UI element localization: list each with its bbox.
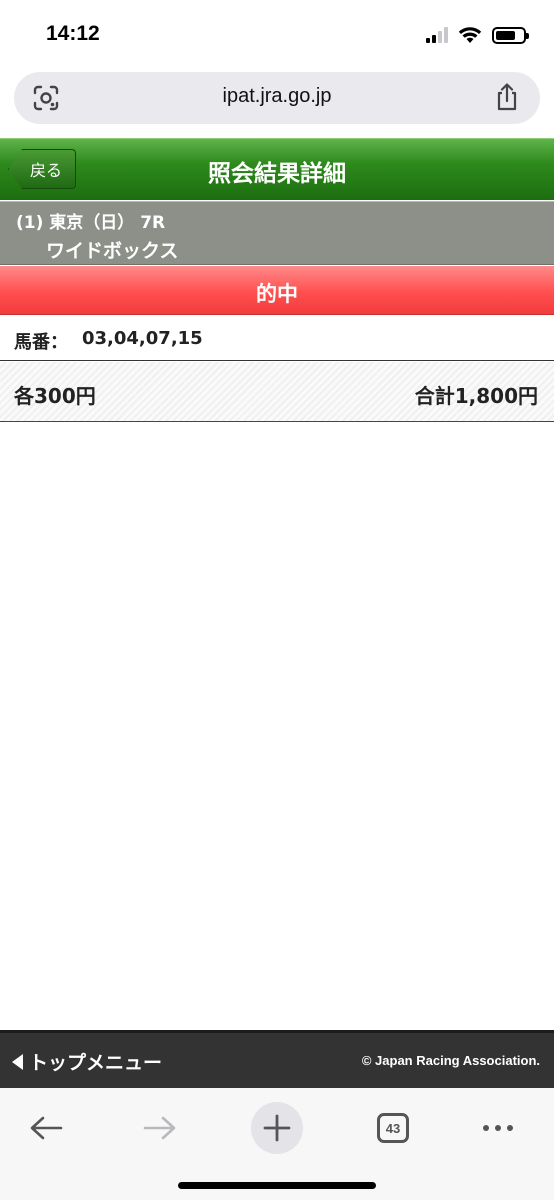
race-info: (1) 東京（日） 7R ワイドボックス <box>0 201 554 265</box>
status-bar: 14:12 <box>0 0 554 70</box>
top-menu-label: トップメニュー <box>29 1052 163 1074</box>
tabs-icon: 43 <box>377 1113 409 1143</box>
horse-numbers-label: 馬番： <box>14 332 68 353</box>
more-icon <box>483 1125 513 1131</box>
back-arrow-button[interactable] <box>16 1098 76 1158</box>
new-tab-icon <box>251 1102 303 1154</box>
page-title: 照会結果詳細 <box>208 161 346 187</box>
horse-numbers-value: 03,04,07,15 <box>82 328 203 349</box>
left-triangle-icon <box>12 1053 23 1070</box>
result-badge: 的中 <box>0 266 554 315</box>
home-indicator <box>178 1182 376 1189</box>
more-button[interactable] <box>468 1098 528 1158</box>
address-bar[interactable]: ipat.jra.go.jp <box>14 72 540 124</box>
page-header: 戻る 照会結果詳細 <box>0 138 554 200</box>
each-amount: 各300円 <box>14 384 96 408</box>
share-icon[interactable] <box>494 82 520 112</box>
wifi-icon <box>458 27 482 43</box>
forward-arrow-icon <box>143 1116 176 1140</box>
top-menu-link[interactable]: トップメニュー <box>12 1048 162 1075</box>
horse-numbers-row: 馬番： 03,04,07,15 <box>0 316 554 361</box>
battery-icon <box>492 26 529 44</box>
total-amount: 合計1,800円 <box>414 384 538 408</box>
result-label: 的中 <box>256 282 298 306</box>
tabs-button[interactable]: 43 <box>363 1098 423 1158</box>
signal-icon <box>426 27 448 43</box>
site-footer: トップメニュー © Japan Racing Association. <box>0 1030 554 1088</box>
forward-arrow-button[interactable] <box>130 1098 190 1158</box>
back-arrow-icon <box>30 1116 63 1140</box>
url-text[interactable]: ipat.jra.go.jp <box>14 85 540 108</box>
bet-type: ワイドボックス <box>46 240 179 262</box>
race-venue: (1) 東京（日） 7R <box>16 213 166 233</box>
copyright: © Japan Racing Association. <box>361 1053 540 1068</box>
amount-row: 各300円 合計1,800円 <box>0 362 554 422</box>
new-tab-button[interactable] <box>247 1098 307 1158</box>
status-time: 14:12 <box>46 22 100 45</box>
status-icons <box>426 24 529 46</box>
